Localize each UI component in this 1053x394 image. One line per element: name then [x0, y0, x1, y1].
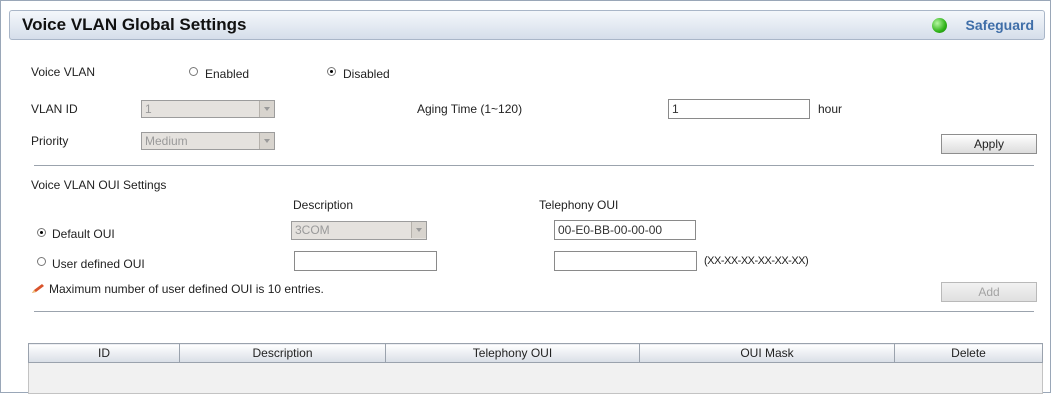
- voice-vlan-disabled-radio[interactable]: [327, 67, 336, 76]
- voice-vlan-enabled-radio[interactable]: [189, 67, 198, 76]
- add-button[interactable]: Add: [941, 282, 1037, 302]
- priority-value: Medium: [145, 134, 188, 148]
- oui-section-title: Voice VLAN OUI Settings: [31, 178, 167, 192]
- table-header-row: ID Description Telephony OUI OUI Mask De…: [28, 343, 1043, 363]
- description-header: Description: [293, 198, 354, 212]
- vlan-id-select[interactable]: 1: [141, 100, 275, 118]
- default-description-value: 3COM: [295, 223, 330, 237]
- column-header-description: Description: [179, 343, 386, 363]
- oui-table-body: [28, 363, 1043, 394]
- aging-time-input[interactable]: 1: [668, 99, 810, 119]
- aging-time-label: Aging Time (1~120): [417, 102, 523, 116]
- column-header-oui-mask: OUI Mask: [639, 343, 895, 363]
- default-oui-radio[interactable]: [37, 228, 46, 237]
- oui-table: ID Description Telephony OUI OUI Mask De…: [28, 343, 1043, 363]
- divider: [34, 311, 1034, 313]
- aging-time-value: 1: [672, 102, 679, 116]
- telephony-oui-header: Telephony OUI: [539, 198, 619, 212]
- oui-limit-note: Maximum number of user defined OUI is 10…: [49, 282, 324, 296]
- title-bar: Voice VLAN Global Settings Safeguard: [9, 10, 1045, 40]
- default-oui-label: Default OUI: [52, 227, 115, 241]
- enabled-label: Enabled: [205, 67, 250, 81]
- chevron-down-icon: [259, 133, 274, 149]
- safeguard-label: Safeguard: [965, 17, 1034, 33]
- column-header-id: ID: [28, 343, 180, 363]
- chevron-down-icon: [411, 222, 426, 238]
- apply-button[interactable]: Apply: [941, 134, 1037, 154]
- user-telephony-oui-input[interactable]: [554, 251, 697, 271]
- vlan-id-value: 1: [145, 102, 152, 116]
- chevron-down-icon: [259, 101, 274, 117]
- divider: [34, 165, 1034, 167]
- user-defined-oui-label: User defined OUI: [52, 257, 145, 271]
- priority-select[interactable]: Medium: [141, 132, 275, 150]
- safeguard-status-icon: [932, 18, 947, 33]
- voice-vlan-panel: Voice VLAN Global Settings Safeguard Voi…: [0, 0, 1051, 394]
- column-header-telephony-oui: Telephony OUI: [385, 343, 640, 363]
- oui-format-hint: (XX-XX-XX-XX-XX-XX): [704, 255, 809, 267]
- column-header-delete: Delete: [894, 343, 1043, 363]
- disabled-label: Disabled: [343, 67, 390, 81]
- page-title: Voice VLAN Global Settings: [22, 15, 247, 34]
- aging-time-unit: hour: [818, 102, 843, 116]
- user-description-input[interactable]: [294, 251, 437, 271]
- user-defined-oui-radio[interactable]: [37, 257, 46, 266]
- default-telephony-oui-value: 00-E0-BB-00-00-00: [558, 223, 663, 237]
- pencil-icon: [32, 284, 44, 293]
- voice-vlan-label: Voice VLAN: [31, 65, 96, 79]
- priority-label: Priority: [31, 134, 69, 148]
- default-telephony-oui-field: 00-E0-BB-00-00-00: [554, 220, 696, 240]
- vlan-id-label: VLAN ID: [31, 102, 78, 116]
- default-description-select[interactable]: 3COM: [291, 221, 427, 240]
